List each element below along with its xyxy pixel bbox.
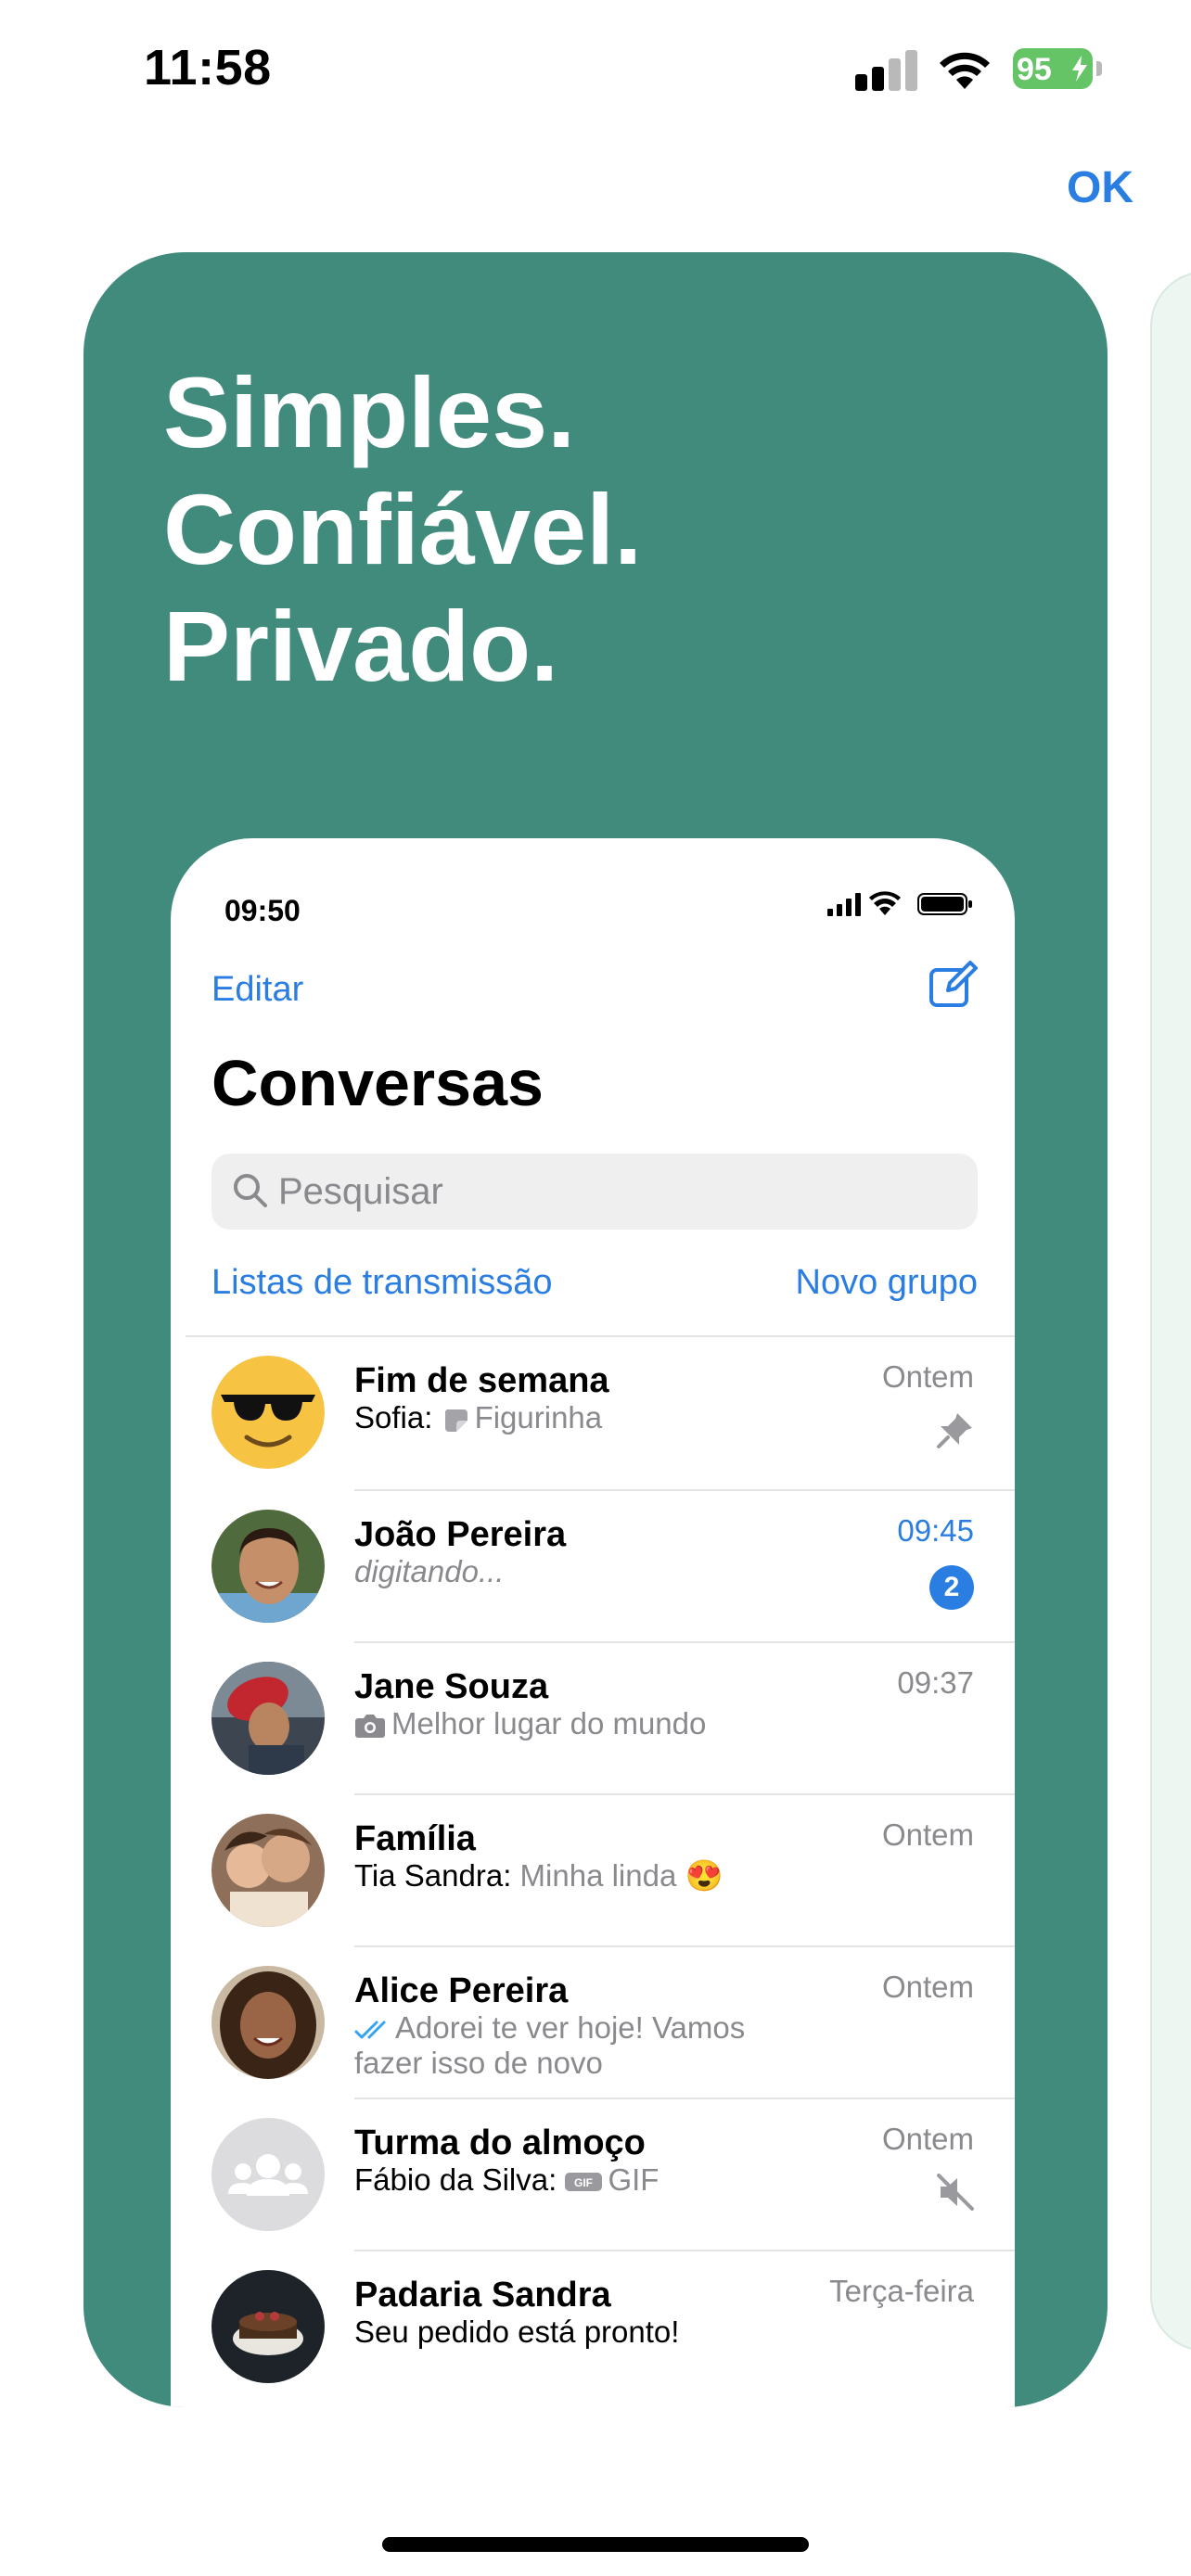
message-sender: Tia Sandra: [354,1858,512,1893]
chat-name: Turma do almoço [354,2123,646,2162]
chat-list-actions: Listas de transmissão Novo grupo [211,1263,978,1309]
phone-status-time: 09:50 [224,894,301,927]
chat-preview: Adorei te ver hoje! Vamos fazer isso de … [354,2010,745,2081]
ok-button[interactable]: OK [1067,162,1133,213]
headline: Simples. Confiável. Privado. [163,354,642,705]
compose-icon[interactable] [928,961,978,1011]
message-text-line-2: fazer isso de novo [354,2046,603,2080]
chat-preview: Tia Sandra: Minha linda 😍 [354,1858,724,1894]
sunglasses-emoji-avatar [211,1356,325,1469]
headline-line-2: Confiável. [163,473,643,585]
gif-icon: GIF [565,2173,603,2192]
message-text: Melhor lugar do mundo [391,1706,707,1741]
camera-icon [355,1715,385,1739]
contact-avatar [211,1510,325,1623]
home-indicator[interactable] [382,2537,809,2552]
group-avatar [211,1814,325,1927]
chat-time: Ontem [881,2122,974,2156]
pin-icon [937,1413,972,1448]
chats-title: Conversas [211,1047,544,1119]
chat-row-turma-do-almoco[interactable]: Turma do almoço Ontem Fábio da Silva: GI… [171,2099,1015,2251]
chat-row-padaria-sandra[interactable]: Padaria Sandra Terça-feira Seu pedido es… [171,2251,1015,2404]
chat-preview: digitando... [354,1554,505,1588]
edit-button[interactable]: Editar [211,970,303,1010]
search-input[interactable]: Pesquisar [211,1154,978,1230]
message-sender: Sofia: [354,1400,433,1435]
chat-preview: Fábio da Silva: GIF GIF [354,2162,659,2198]
phone-mockup: 09:50 Editar Conversas Pesquisar Listas … [171,838,1015,2407]
chat-row-alice-pereira[interactable]: Alice Pereira Ontem Adorei te ver hoje! … [171,1947,1015,2099]
battery-icon: 95 [1013,48,1102,89]
phone-status-icons [827,891,972,916]
chat-name: João Pereira [354,1515,567,1554]
chat-name: Padaria Sandra [354,2276,611,2315]
cellular-signal-icon [855,48,918,91]
chat-name: Jane Souza [354,1667,549,1706]
message-sender: Fábio da Silva: [354,2162,557,2197]
chat-time: Ontem [881,1970,974,2004]
chat-row-joao-pereira[interactable]: João Pereira 09:45 digitando... 2 [171,1491,1015,1643]
broadcast-lists-link[interactable]: Listas de transmissão [211,1263,553,1303]
message-text: GIF [608,2162,660,2197]
message-text: Minha linda 😍 [519,1858,724,1893]
chat-name: Família [354,1819,476,1858]
chat-preview: Sofia: Figurinha [354,1400,602,1435]
mute-icon [937,2174,974,2211]
new-group-link[interactable]: Novo grupo [796,1263,978,1303]
chat-name: Fim de semana [354,1361,609,1400]
chat-row-familia[interactable]: Família Ontem Tia Sandra: Minha linda 😍 [171,1795,1015,1947]
group-placeholder-avatar [211,2118,325,2231]
chat-row-jane-souza[interactable]: Jane Souza 09:37 Melhor lugar do mundo [171,1643,1015,1795]
status-time: 11:58 [144,40,272,96]
group-icon [228,2154,308,2196]
search-placeholder: Pesquisar [278,1171,443,1212]
message-text-line-1: Adorei te ver hoje! Vamos [395,2010,746,2045]
wifi-icon [940,52,990,89]
svg-text:GIF: GIF [574,2176,593,2189]
double-check-icon [354,2021,386,2039]
chat-time: 09:45 [897,1513,974,1548]
contact-avatar [211,1662,325,1775]
battery-level: 95 [1017,52,1052,87]
next-card-peek [1150,271,1191,2352]
chat-time: Ontem [881,1817,974,1852]
chat-preview: Melhor lugar do mundo [354,1706,706,1741]
chat-time: Terça-feira [829,2274,974,2308]
unread-badge: 2 [929,1565,974,1610]
chat-time: Ontem [881,1359,974,1394]
chat-preview: Seu pedido está pronto! [354,2315,680,2349]
chat-time: 09:37 [897,1665,974,1700]
headline-line-3: Privado. [163,590,559,702]
feature-card: Simples. Confiável. Privado. 09:50 Edita… [83,252,1108,2407]
chat-row-fim-de-semana[interactable]: Fim de semana Ontem Sofia: Figurinha [171,1337,1015,1489]
charging-bolt-icon [1072,56,1087,82]
message-text: Figurinha [474,1400,603,1435]
search-icon [234,1174,267,1207]
chat-name: Alice Pereira [354,1971,569,2010]
business-avatar [211,2270,325,2383]
headline-line-1: Simples. [163,356,576,468]
contact-avatar [211,1966,325,2079]
sticker-icon [444,1409,467,1433]
